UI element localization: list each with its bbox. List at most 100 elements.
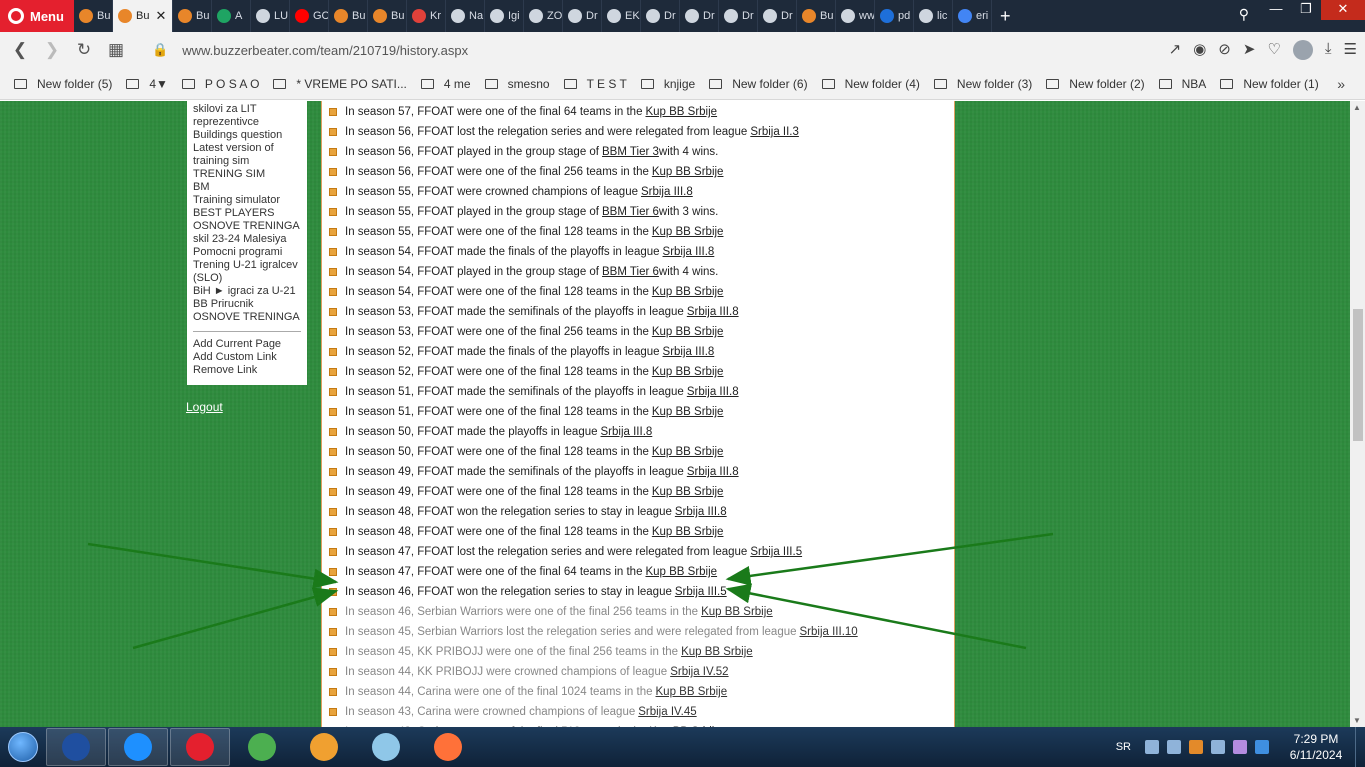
league-link[interactable]: Srbija III.5 [675,586,727,598]
custom-link[interactable]: Latest version of [193,142,301,155]
bookmark-folder[interactable]: New folder (3) [933,77,1032,91]
scroll-thumb[interactable] [1353,309,1363,441]
logout-link[interactable]: Logout [186,400,223,414]
custom-link-action[interactable]: Add Custom Link [193,351,301,364]
league-link[interactable]: Srbija IV.45 [638,706,696,718]
bookmark-folder[interactable]: 4▼ [126,77,168,91]
new-tab-button[interactable]: + [992,6,1019,27]
custom-link[interactable]: Trening U-21 igralcev [193,259,301,272]
league-link[interactable]: Srbija III.10 [800,626,858,638]
league-link[interactable]: BBM Tier 3 [602,146,659,158]
minimize-icon[interactable]: — [1261,0,1291,20]
bookmark-folder[interactable]: NBA [1158,77,1206,91]
league-link[interactable]: Kup BB Srbije [652,366,724,378]
custom-link[interactable]: (SLO) [193,272,301,285]
pen-icon[interactable] [1233,740,1247,754]
league-link[interactable]: Kup BB Srbije [652,286,724,298]
league-link[interactable]: Kup BB Srbije [701,606,773,618]
profile-avatar[interactable] [1292,40,1313,60]
league-link[interactable]: Kup BB Srbije [681,646,753,658]
browser-tab[interactable]: pd [875,0,914,32]
league-link[interactable]: Kup BB Srbije [652,166,724,178]
league-link[interactable]: BBM Tier 6 [602,206,659,218]
custom-link[interactable]: BEST PLAYERS [193,207,301,220]
opera-menu-button[interactable]: Menu [0,0,74,32]
browser-tab[interactable]: Dr [758,0,797,32]
bookmark-folder[interactable]: * VREME PO SATI... [273,77,407,91]
league-link[interactable]: Srbija II.3 [750,126,799,138]
adblock-icon[interactable]: ⊘ [1218,40,1231,60]
browser-tab[interactable]: Bu ✕ [113,0,173,32]
avast-icon[interactable] [1189,740,1203,754]
browser-tab[interactable]: Bu [173,0,212,32]
browser-tab[interactable]: Dr [641,0,680,32]
browser-tab[interactable]: Bu [74,0,113,32]
browser-tab[interactable]: Dr [563,0,602,32]
league-link[interactable]: Srbija III.8 [687,306,739,318]
league-link[interactable]: Srbija III.5 [750,546,802,558]
bookmark-folder[interactable]: P O S A O [181,77,259,91]
league-link[interactable]: Kup BB Srbije [652,486,724,498]
custom-link[interactable]: OSNOVE TRENINGA [193,311,301,324]
browser-tab[interactable]: ww [836,0,875,32]
reload-icon[interactable]: ↻ [68,40,100,60]
league-link[interactable]: Srbija III.8 [675,506,727,518]
browser-tab[interactable]: lic [914,0,953,32]
custom-link[interactable]: skilovi za LIT [193,103,301,116]
custom-link[interactable]: OSNOVE TRENINGA [193,220,301,233]
browser-tab[interactable]: Bu [329,0,368,32]
league-link[interactable]: Srbija III.8 [641,186,693,198]
browser-tab[interactable]: Igi [485,0,524,32]
bookmark-folder[interactable]: New folder (4) [821,77,920,91]
custom-link[interactable]: BM [193,181,301,194]
address-bar[interactable]: 🔒 www.buzzerbeater.com/team/210719/histo… [152,42,468,58]
taskbar-app-media-player[interactable] [294,728,354,766]
browser-tab[interactable]: ZO [524,0,563,32]
taskbar-app-notepad[interactable] [356,728,416,766]
volume-icon[interactable] [1211,740,1225,754]
taskbar-app-opera[interactable] [170,728,230,766]
browser-tab[interactable]: Dr [680,0,719,32]
start-button[interactable] [0,727,46,767]
browser-tab[interactable]: A [212,0,251,32]
league-link[interactable]: Srbija III.8 [663,346,715,358]
grid-app-icon[interactable] [1167,740,1181,754]
browser-tab[interactable]: Dr [719,0,758,32]
custom-link[interactable]: BiH ► igraci za U-21 [193,285,301,298]
scroll-down-icon[interactable]: ▼ [1353,716,1361,725]
custom-link[interactable]: reprezentivce [193,116,301,129]
camera-icon[interactable]: ◉ [1193,40,1206,60]
league-link[interactable]: Kup BB Srbije [652,326,724,338]
back-icon[interactable]: ❮ [4,40,36,60]
page-scrollbar[interactable]: ▲ ▼ [1350,101,1365,727]
custom-link[interactable]: Buildings question [193,129,301,142]
close-window-icon[interactable]: ✕ [1321,0,1365,20]
league-link[interactable]: Kup BB Srbije [652,406,724,418]
bookmark-folder[interactable]: New folder (6) [709,77,808,91]
custom-link[interactable]: Training simulator [193,194,301,207]
browser-tab[interactable]: Kr [407,0,446,32]
more-bookmarks-icon[interactable]: » [1337,76,1345,92]
signal-icon[interactable] [1145,740,1159,754]
league-link[interactable]: Kup BB Srbije [652,226,724,238]
bookmark-folder[interactable]: New folder (5) [14,77,112,91]
heart-icon[interactable]: ♡ [1267,40,1280,60]
browser-tab[interactable]: LU [251,0,290,32]
bookmark-folder[interactable]: New folder (2) [1046,77,1145,91]
taskbar-app-internet-explorer[interactable] [108,728,168,766]
browser-tab[interactable]: EK [602,0,641,32]
taskbar-app-chrome[interactable] [232,728,292,766]
bookmark-folder[interactable]: 4 me [420,77,471,91]
bookmark-folder[interactable]: T E S T [563,77,627,91]
custom-link[interactable]: skil 23-24 Malesiya [193,233,301,246]
browser-tab[interactable]: GC [290,0,329,32]
league-link[interactable]: Srbija III.8 [601,426,653,438]
league-link[interactable]: Kup BB Srbije [652,526,724,538]
restore-icon[interactable]: ❐ [1291,0,1321,20]
display-icon[interactable] [1255,740,1269,754]
taskbar-app-firefox[interactable] [418,728,478,766]
league-link[interactable]: BBM Tier 6 [602,266,659,278]
custom-link[interactable]: TRENING SIM [193,168,301,181]
bookmark-folder[interactable]: New folder (1) [1220,77,1319,91]
forward-icon[interactable]: ❯ [36,40,68,60]
